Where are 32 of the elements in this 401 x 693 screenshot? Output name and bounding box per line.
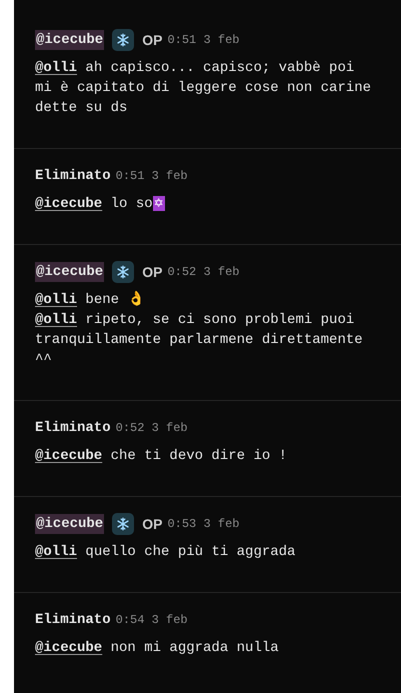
post-time: 0:51 3 feb [116,168,188,185]
mention-link[interactable]: @icecube [35,640,102,656]
mention-link[interactable]: @olli [35,312,78,328]
message-text: @olli ah capisco... capisco; vabbè poi mi è capitato di leggere cose non carine dette su ds [35,59,372,118]
author-name[interactable]: @icecube [35,30,104,50]
message-text: @icecube che ti devo dire io ! [35,447,288,466]
message-text: @olli ripeto, se ci sono problemi puoi tranquillamente parlarmene direttamente ^^ [35,311,364,370]
post-time: 0:52 3 feb [116,420,188,437]
author-name[interactable]: @icecube [35,514,104,534]
author-name[interactable]: Eliminato [35,166,111,186]
post-time: 0:51 3 feb [167,32,240,49]
post-time: 0:52 3 feb [167,264,240,281]
op-label: OP [142,514,162,534]
mention-link[interactable]: @olli [35,544,78,560]
message-text: @icecube lo so✡ [35,195,166,214]
author-name[interactable]: Eliminato [35,418,111,438]
message-text: @icecube non mi aggrada nulla [35,639,280,658]
mention-link[interactable]: @icecube [35,448,102,464]
op-label: OP [142,262,162,282]
post-time: 0:54 3 feb [116,612,188,629]
snowflake-icon [116,33,130,47]
op-label: OP [142,30,162,50]
mention-link[interactable]: @icecube [35,196,102,212]
mention-link[interactable]: @olli [35,60,78,76]
snowflake-icon [116,265,130,279]
author-name[interactable]: Eliminato [35,610,111,630]
author-name[interactable]: @icecube [35,262,104,282]
message-text: @olli bene 👌 [35,290,146,310]
post-time: 0:53 3 feb [167,516,240,533]
message-text: @olli quello che più ti aggrada [35,543,296,562]
mention-link[interactable]: @olli [35,292,78,308]
snowflake-icon [116,517,130,531]
